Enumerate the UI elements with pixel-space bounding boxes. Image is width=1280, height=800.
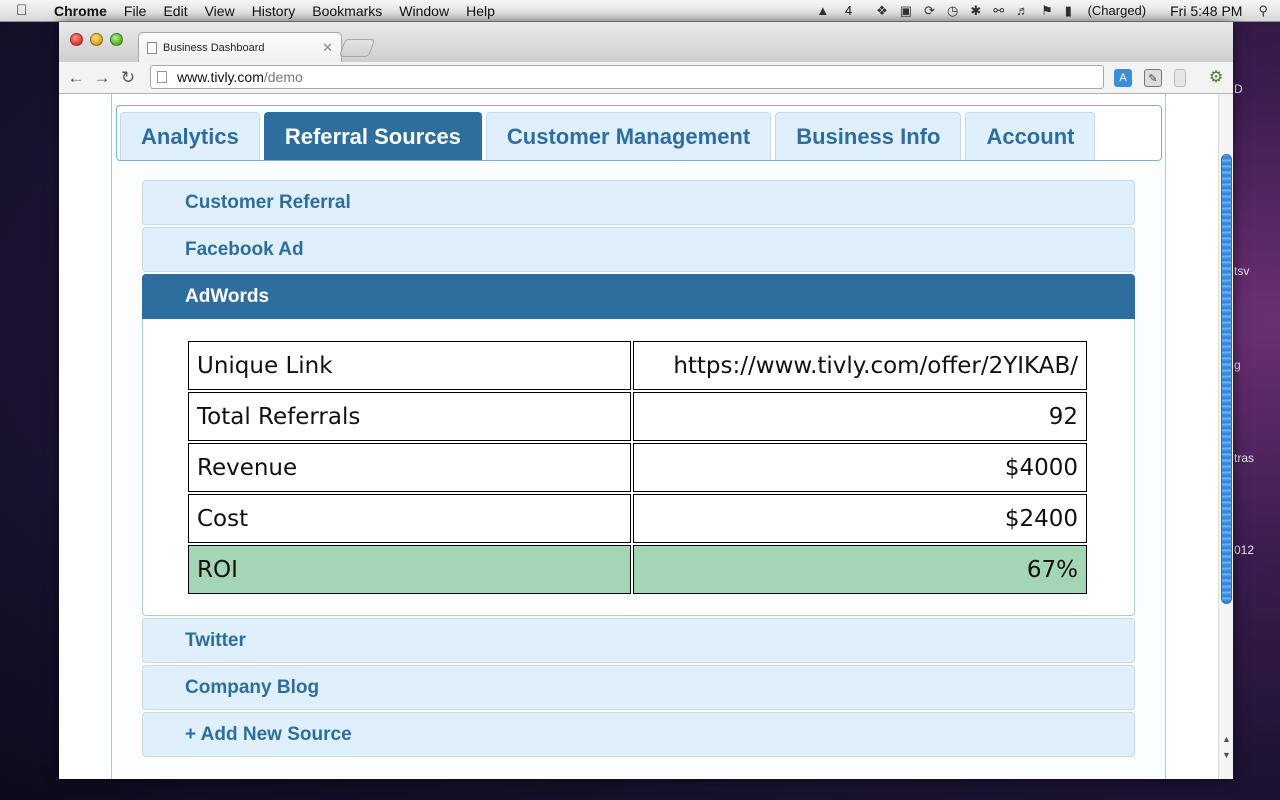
revenue-label: Revenue: [188, 443, 631, 492]
menubar-clock[interactable]: Fri 5:48 PM: [1170, 3, 1242, 19]
scroll-down-arrow-icon[interactable]: ▼: [1222, 750, 1231, 760]
desktop-label: g: [1234, 358, 1241, 372]
revenue-value: $4000: [633, 443, 1087, 492]
menu-view[interactable]: View: [205, 3, 235, 19]
vertical-scrollbar[interactable]: ▲ ▼: [1218, 94, 1233, 779]
bluetooth-icon[interactable]: ✱: [970, 3, 981, 19]
roi-label: ROI: [188, 545, 631, 594]
menu-history[interactable]: History: [252, 3, 296, 19]
main-tabs: Analytics Referral Sources Customer Mana…: [116, 105, 1162, 161]
page-viewport: Analytics Referral Sources Customer Mana…: [59, 94, 1233, 779]
adwords-panel: Unique Link https://www.tivly.com/offer/…: [142, 319, 1135, 616]
dropbox-icon[interactable]: ❖: [876, 3, 888, 19]
battery-icon: ▮: [1064, 2, 1072, 18]
apple-menu-icon[interactable]: : [16, 2, 38, 19]
url-host: www.tivly.com: [177, 69, 264, 85]
table-row: Total Referrals 92: [188, 392, 1087, 441]
translate-extension-icon[interactable]: A: [1114, 69, 1132, 87]
volume-icon[interactable]: ♬: [1016, 3, 1029, 18]
browser-titlebar: Business Dashboard ✕: [59, 22, 1233, 62]
menu-help[interactable]: Help: [466, 3, 495, 19]
minimize-window-button[interactable]: [90, 33, 103, 46]
total-referrals-value: 92: [633, 392, 1087, 441]
back-arrow-icon[interactable]: ←: [63, 68, 89, 88]
total-referrals-label: Total Referrals: [188, 392, 631, 441]
page-icon: [157, 71, 167, 83]
table-row-roi: ROI 67%: [188, 545, 1087, 594]
battery-label: (Charged): [1087, 2, 1147, 18]
source-adwords[interactable]: AdWords: [142, 274, 1135, 319]
battery-status[interactable]: ▮ (Charged): [1065, 3, 1158, 19]
us-flag-icon[interactable]: ⚑: [1041, 3, 1053, 19]
wifi-icon[interactable]: ⚯: [993, 3, 1004, 19]
dashboard-page: Analytics Referral Sources Customer Mana…: [111, 94, 1166, 779]
sync-icon[interactable]: ⟳: [924, 3, 935, 19]
time-machine-icon[interactable]: ◷: [947, 3, 958, 19]
menu-chrome[interactable]: Chrome: [54, 3, 107, 19]
zoom-window-button[interactable]: [110, 33, 123, 46]
browser-toolbar: ← → ↻ www.tivly.com/demo A ✎ ⚙: [59, 62, 1233, 94]
desktop-label: D: [1234, 82, 1243, 96]
table-row: Unique Link https://www.tivly.com/offer/…: [188, 341, 1087, 390]
url-path: /demo: [263, 69, 303, 85]
browser-window: Business Dashboard ✕ ← → ↻ www.tivly.com…: [59, 22, 1233, 779]
desktop-label: tsv: [1234, 264, 1250, 278]
new-tab-button[interactable]: [338, 39, 376, 57]
tab-account[interactable]: Account: [965, 112, 1096, 160]
source-company-blog[interactable]: Company Blog: [142, 665, 1135, 710]
evernote-extension-icon[interactable]: ✎: [1144, 69, 1162, 87]
menu-bookmarks[interactable]: Bookmarks: [312, 3, 382, 19]
source-twitter[interactable]: Twitter: [142, 618, 1135, 663]
browser-tab[interactable]: Business Dashboard ✕: [138, 32, 342, 62]
scrollbar-thumb[interactable]: [1221, 154, 1232, 604]
scroll-up-arrow-icon[interactable]: ▲: [1222, 734, 1231, 744]
page-icon: [147, 41, 157, 54]
menu-file[interactable]: File: [124, 3, 147, 19]
menubar-status-area: ▲ 4 ❖ ▣ ⟳ ◷ ✱ ⚯ ♬ ⚑ ▮ (Charged) Fri 5:48…: [816, 3, 1280, 19]
unique-link-label: Unique Link: [188, 341, 631, 390]
close-window-button[interactable]: [70, 33, 83, 46]
wrench-menu-icon[interactable]: ⚙: [1207, 69, 1225, 87]
desktop-label: tras: [1234, 451, 1255, 465]
tab-referral-sources[interactable]: Referral Sources: [263, 112, 482, 160]
spotlight-search-icon[interactable]: ⚲: [1258, 3, 1268, 19]
tab-analytics[interactable]: Analytics: [120, 112, 260, 160]
mac-menubar:  Chrome File Edit View History Bookmark…: [0, 0, 1280, 22]
browser-tab-title: Business Dashboard: [163, 41, 265, 54]
forward-arrow-icon[interactable]: →: [89, 68, 115, 88]
cost-label: Cost: [188, 494, 631, 543]
source-customer-referral[interactable]: Customer Referral: [142, 180, 1135, 225]
referral-sources-accordion: Customer Referral Facebook Ad AdWords Un…: [142, 180, 1135, 759]
adobe-status-icon[interactable]: ▲ 4: [816, 3, 864, 18]
unique-link-value[interactable]: https://www.tivly.com/offer/2YIKAB/: [633, 341, 1087, 390]
add-new-source-button[interactable]: + Add New Source: [142, 712, 1135, 757]
table-row: Cost $2400: [188, 494, 1087, 543]
roi-value: 67%: [633, 545, 1087, 594]
source-stats-table: Unique Link https://www.tivly.com/offer/…: [186, 339, 1089, 596]
desktop-label: 012: [1234, 543, 1255, 557]
tab-business-info[interactable]: Business Info: [775, 112, 962, 160]
menu-window[interactable]: Window: [399, 3, 449, 19]
tab-close-icon[interactable]: ✕: [322, 40, 333, 56]
upload-icon[interactable]: ▣: [900, 3, 912, 19]
source-facebook-ad[interactable]: Facebook Ad: [142, 227, 1135, 272]
adobe-count: 4: [844, 3, 853, 18]
extension-icon[interactable]: [1174, 69, 1186, 87]
cost-value: $2400: [633, 494, 1087, 543]
reload-icon[interactable]: ↻: [115, 68, 141, 88]
tab-customer-management[interactable]: Customer Management: [485, 112, 772, 160]
menu-edit[interactable]: Edit: [163, 3, 187, 19]
table-row: Revenue $4000: [188, 443, 1087, 492]
address-bar[interactable]: www.tivly.com/demo: [150, 65, 1104, 89]
